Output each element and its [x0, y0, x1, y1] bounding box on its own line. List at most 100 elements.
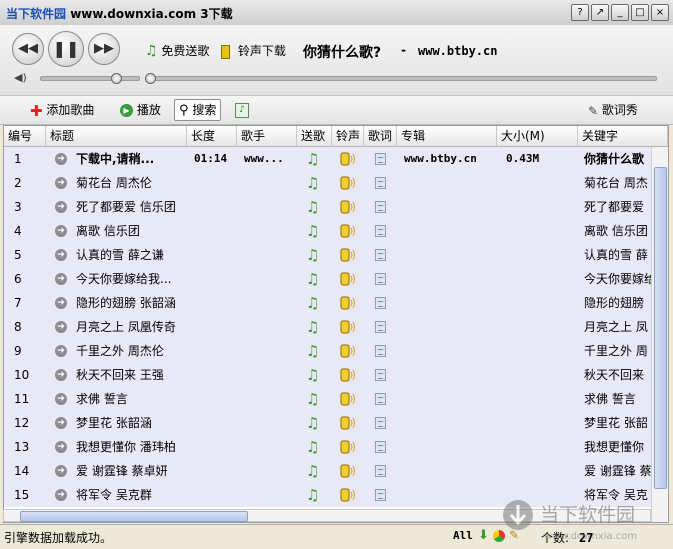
ringtone-icon[interactable] [340, 296, 356, 310]
mini-mode-button[interactable]: ↗ [591, 4, 609, 21]
table-row[interactable]: 2 ➔ 菊花台 周杰伦 ♫ 菊花台 周杰 [4, 171, 652, 196]
send-song-icon[interactable]: ♫ [306, 462, 319, 480]
col-title[interactable]: 标题 [46, 126, 187, 146]
arrow-right-icon[interactable]: ➔ [55, 441, 67, 453]
ringtone-icon[interactable] [340, 320, 356, 334]
send-song-icon[interactable]: ♫ [306, 366, 319, 384]
maximize-button[interactable]: □ [631, 4, 649, 21]
ringtone-icon[interactable] [340, 152, 356, 166]
search-button[interactable]: ⚲ 搜索 [174, 99, 222, 121]
ringtone-icon[interactable] [340, 176, 356, 190]
table-row[interactable]: 12 ➔ 梦里花 张韶涵 ♫ 梦里花 张韶 [4, 411, 652, 436]
send-song-icon[interactable]: ♫ [306, 222, 319, 240]
send-song-icon[interactable]: ♫ [306, 438, 319, 456]
pause-button[interactable]: ❚❚ [48, 31, 84, 67]
volume-knob[interactable] [111, 73, 122, 84]
send-song-icon[interactable]: ♫ [306, 294, 319, 312]
lyrics-file-icon[interactable] [375, 249, 386, 261]
arrow-right-icon[interactable]: ➔ [55, 369, 67, 381]
ringtone-icon[interactable] [340, 392, 356, 406]
col-length[interactable]: 长度 [187, 126, 237, 146]
lyrics-file-icon[interactable] [375, 225, 386, 237]
lyrics-file-icon[interactable] [375, 465, 386, 477]
table-row[interactable]: 7 ➔ 隐形的翅膀 张韶涵 ♫ 隐形的翅膀 [4, 291, 652, 316]
horizontal-scroll-thumb[interactable] [20, 511, 248, 522]
col-keyword[interactable]: 关键字 [578, 126, 668, 146]
table-row[interactable]: 14 ➔ 爱 谢霆锋 蔡卓妍 ♫ 爱 谢霆锋 蔡 [4, 459, 652, 484]
lyrics-file-icon[interactable] [375, 297, 386, 309]
lyrics-file-icon[interactable] [375, 369, 386, 381]
ringtone-icon[interactable] [340, 416, 356, 430]
col-number[interactable]: 编号 [4, 126, 46, 146]
lyrics-file-icon[interactable] [375, 321, 386, 333]
vertical-scroll-thumb[interactable] [654, 167, 667, 489]
arrow-right-icon[interactable]: ➔ [55, 153, 67, 165]
send-song-icon[interactable]: ♫ [306, 246, 319, 264]
lyrics-file-icon[interactable] [375, 441, 386, 453]
ringtone-icon[interactable] [340, 440, 356, 454]
send-song-icon[interactable]: ♫ [306, 198, 319, 216]
col-send[interactable]: 送歌 [297, 126, 332, 146]
help-button[interactable]: ? [571, 4, 589, 21]
close-button[interactable]: × [651, 4, 669, 21]
lyrics-show-button[interactable]: ✎ 歌词秀 [588, 100, 638, 120]
lyrics-file-icon[interactable] [375, 201, 386, 213]
send-song-icon[interactable]: ♫ [306, 150, 319, 168]
lyrics-file-icon[interactable] [375, 177, 386, 189]
send-song-icon[interactable]: ♫ [306, 414, 319, 432]
ringtone-icon[interactable] [340, 224, 356, 238]
table-row[interactable]: 11 ➔ 求佛 誓言 ♫ 求佛 誓言 [4, 387, 652, 412]
arrow-right-icon[interactable]: ➔ [55, 225, 67, 237]
table-row[interactable]: 4 ➔ 离歌 信乐团 ♫ 离歌 信乐团 [4, 219, 652, 244]
col-ringtone[interactable]: 铃声 [332, 126, 364, 146]
arrow-right-icon[interactable]: ➔ [55, 297, 67, 309]
table-row[interactable]: 6 ➔ 今天你要嫁给我... ♫ 今天你要嫁给 [4, 267, 652, 292]
lyrics-file-icon[interactable] [375, 393, 386, 405]
tools-icon[interactable]: ✎ [509, 528, 519, 542]
music-library-button[interactable]: ♪ [235, 100, 249, 120]
arrow-right-icon[interactable]: ➔ [55, 321, 67, 333]
send-song-icon[interactable]: ♫ [306, 318, 319, 336]
col-lyrics[interactable]: 歌词 [364, 126, 397, 146]
arrow-right-icon[interactable]: ➔ [55, 273, 67, 285]
col-size[interactable]: 大小(M) [497, 126, 578, 146]
table-row[interactable]: 9 ➔ 千里之外 周杰伦 ♫ 千里之外 周 [4, 339, 652, 364]
ringtone-icon[interactable] [340, 200, 356, 214]
lyrics-file-icon[interactable] [375, 153, 386, 165]
ringtone-icon[interactable] [340, 368, 356, 382]
next-button[interactable]: ▶▶ [88, 33, 120, 65]
send-song-icon[interactable]: ♫ [306, 342, 319, 360]
horizontal-scrollbar[interactable] [3, 509, 651, 522]
col-singer[interactable]: 歌手 [237, 126, 297, 146]
lyrics-file-icon[interactable] [375, 345, 386, 357]
table-row[interactable]: 8 ➔ 月亮之上 凤凰传奇 ♫ 月亮之上 凤 [4, 315, 652, 340]
table-row[interactable]: 15 ➔ 将军令 吴克群 ♫ 将军令 吴克 [4, 483, 652, 508]
arrow-right-icon[interactable]: ➔ [55, 345, 67, 357]
send-song-icon[interactable]: ♫ [306, 486, 319, 504]
arrow-right-icon[interactable]: ➔ [55, 177, 67, 189]
minimize-button[interactable]: _ [611, 4, 629, 21]
table-row[interactable]: 13 ➔ 我想更懂你 潘玮柏 ♫ 我想更懂你 [4, 435, 652, 460]
progress-knob[interactable] [145, 73, 156, 84]
col-album[interactable]: 专辑 [397, 126, 497, 146]
table-row[interactable]: 10 ➔ 秋天不回来 王强 ♫ 秋天不回来 [4, 363, 652, 388]
lyrics-file-icon[interactable] [375, 489, 386, 501]
arrow-right-icon[interactable]: ➔ [55, 201, 67, 213]
table-row[interactable]: 3 ➔ 死了都要爱 信乐团 ♫ 死了都要爱 [4, 195, 652, 220]
progress-slider[interactable] [145, 76, 657, 81]
add-song-button[interactable]: ✚ 添加歌曲 [30, 100, 94, 120]
ringtone-icon[interactable] [340, 272, 356, 286]
arrow-right-icon[interactable]: ➔ [55, 417, 67, 429]
previous-button[interactable]: ◀◀ [12, 33, 44, 65]
free-send-link[interactable]: ♫ 免费送歌 [145, 42, 209, 59]
arrow-right-icon[interactable]: ➔ [55, 249, 67, 261]
play-button[interactable]: ▶ 播放 [120, 100, 161, 120]
download-arrow-icon[interactable]: ⬇ [478, 528, 489, 543]
browser-icon[interactable] [493, 530, 505, 542]
arrow-right-icon[interactable]: ➔ [55, 465, 67, 477]
ringtone-icon[interactable] [340, 344, 356, 358]
send-song-icon[interactable]: ♫ [306, 390, 319, 408]
ringtone-icon[interactable] [340, 488, 356, 502]
filter-all[interactable]: All [453, 529, 473, 542]
arrow-right-icon[interactable]: ➔ [55, 489, 67, 501]
